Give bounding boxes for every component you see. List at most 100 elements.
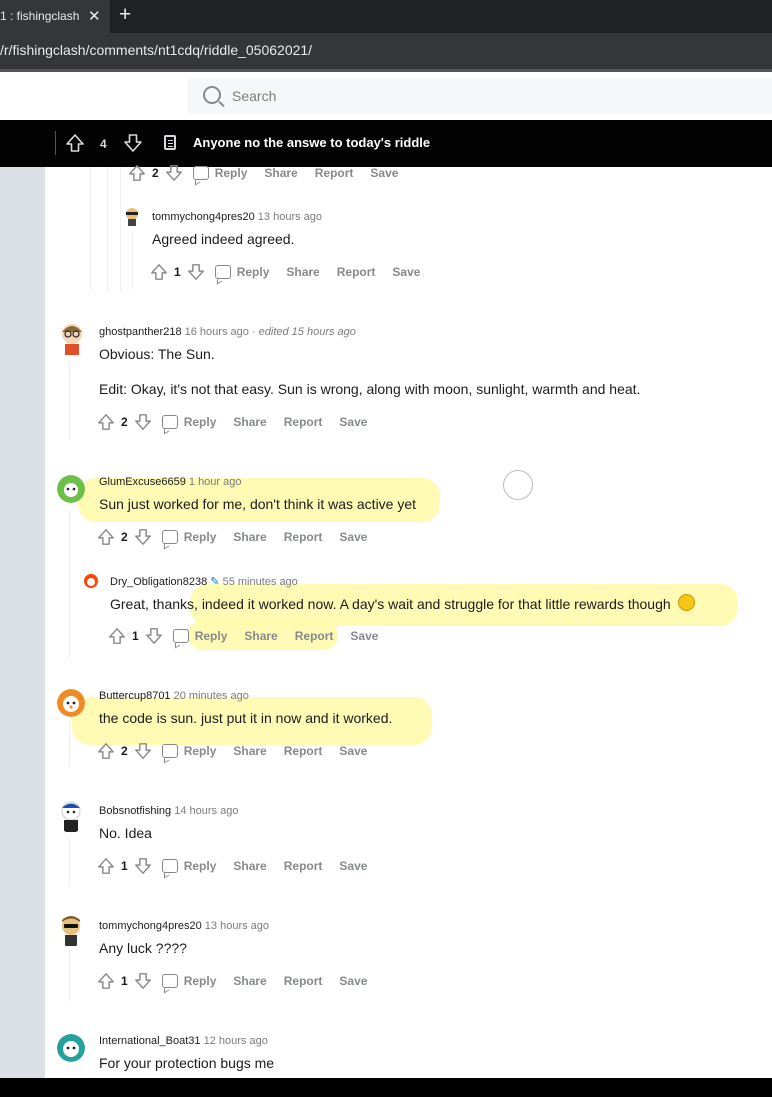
reply-button[interactable]: Reply [195,629,228,643]
downvote-icon[interactable] [145,627,163,645]
save-button[interactable]: Save [339,859,367,873]
save-button[interactable]: Save [392,265,420,279]
avatar[interactable] [120,203,144,227]
upvote-icon[interactable] [97,742,115,760]
comment-score: 2 [121,530,128,544]
downvote-icon[interactable] [134,857,152,875]
downvote-icon[interactable] [123,133,143,153]
reply-button[interactable]: Reply [215,166,248,180]
avatar[interactable] [57,1034,85,1062]
comment-icon [161,744,178,758]
comment-timestamp[interactable]: 55 minutes ago [223,576,298,588]
comment-author[interactable]: International_Boat31 [99,1035,201,1047]
reply-button[interactable]: Reply [184,530,217,544]
comment-actions: 1 Reply Share Report Save [150,260,437,284]
reply-button[interactable]: Reply [184,974,217,988]
downvote-icon[interactable] [134,972,152,990]
avatar[interactable] [57,475,85,503]
share-button[interactable]: Share [233,859,266,873]
share-button[interactable]: Share [233,530,266,544]
upvote-icon[interactable] [97,528,115,546]
upvote-icon[interactable] [97,413,115,431]
comment-author[interactable]: GlumExcuse6659 [99,476,186,488]
share-button[interactable]: Share [233,974,266,988]
comment-icon [214,265,231,279]
comment-author[interactable]: tommychong4pres20 [152,211,255,223]
report-button[interactable]: Report [284,415,323,429]
save-button[interactable]: Save [370,166,398,180]
comment-score: 2 [152,166,159,180]
comment-timestamp[interactable]: 16 hours ago [185,326,249,338]
save-button[interactable]: Save [339,415,367,429]
comment-actions: 2 Reply Share Report Save [97,410,384,434]
share-button[interactable]: Share [233,415,266,429]
comment-timestamp[interactable]: 14 hours ago [174,805,238,817]
report-button[interactable]: Report [284,530,323,544]
downvote-icon[interactable] [187,263,205,281]
report-button[interactable]: Report [284,744,323,758]
comment-timestamp[interactable]: 12 hours ago [204,1035,268,1047]
downvote-icon[interactable] [165,164,183,182]
downvote-icon[interactable] [134,413,152,431]
comment-actions: 2 Reply Share Report Save [128,161,415,185]
share-button[interactable]: Share [244,629,277,643]
comment-score: 1 [132,629,139,643]
upvote-icon[interactable] [150,263,168,281]
document-icon [164,135,176,150]
save-button[interactable]: Save [339,530,367,544]
comment-actions: 1 Reply Share Report Save [97,969,384,993]
comment-author[interactable]: Bobsnotfishing [99,805,171,817]
comment-timestamp[interactable]: 20 minutes ago [174,690,249,702]
save-button[interactable]: Save [339,974,367,988]
comment-body: Sun just worked for me, don't think it w… [99,496,417,512]
comment-meta: GlumExcuse6659 1 hour ago [99,476,242,488]
upvote-icon[interactable] [97,857,115,875]
avatar[interactable] [81,571,101,591]
reply-button[interactable]: Reply [237,265,270,279]
search-placeholder: Search [232,88,277,104]
save-button[interactable]: Save [350,629,378,643]
downvote-icon[interactable] [134,528,152,546]
upvote-icon[interactable] [108,627,126,645]
comment-timestamp[interactable]: 13 hours ago [205,920,269,932]
reply-button[interactable]: Reply [184,744,217,758]
divider [55,131,56,155]
comment-author[interactable]: tommychong4pres20 [99,920,202,932]
avatar[interactable] [57,689,85,717]
report-button[interactable]: Report [315,166,354,180]
pencil-icon: ✎ [210,576,220,588]
upvote-icon[interactable] [128,164,146,182]
comment-author[interactable]: ghostpanther218 [99,326,182,338]
address-bar-url[interactable]: /r/fishingclash/comments/nt1cdq/riddle_0… [0,42,312,58]
share-button[interactable]: Share [233,744,266,758]
comment-timestamp[interactable]: 1 hour ago [189,476,242,488]
post-title[interactable]: Anyone no the answe to today's riddle [193,135,430,150]
comment-author[interactable]: Dry_Obligation8238 [110,576,207,588]
comment-meta: Bobsnotfishing 14 hours ago [99,805,238,817]
reply-button[interactable]: Reply [184,415,217,429]
avatar[interactable] [57,913,85,947]
close-tab-icon[interactable]: ✕ [88,7,101,25]
thread-line [120,167,121,292]
comment-score: 2 [121,415,128,429]
new-tab-icon[interactable]: + [119,4,131,25]
comment-timestamp[interactable]: 13 hours ago [258,211,322,223]
comment-meta: ghostpanther218 16 hours ago · edited 15… [99,326,356,338]
upvote-icon[interactable] [97,972,115,990]
comment-score: 1 [174,265,181,279]
share-button[interactable]: Share [286,265,319,279]
report-button[interactable]: Report [295,629,334,643]
downvote-icon[interactable] [134,742,152,760]
comment-author[interactable]: Buttercup8701 [99,690,171,702]
report-button[interactable]: Report [337,265,376,279]
reply-button[interactable]: Reply [184,859,217,873]
share-button[interactable]: Share [264,166,297,180]
avatar[interactable] [56,320,88,356]
avatar[interactable] [57,799,85,833]
report-button[interactable]: Report [284,859,323,873]
comment-meta: tommychong4pres20 13 hours ago [152,211,322,223]
save-button[interactable]: Save [339,744,367,758]
upvote-icon[interactable] [65,133,85,153]
comment-body: Any luck ???? [99,940,187,956]
report-button[interactable]: Report [284,974,323,988]
